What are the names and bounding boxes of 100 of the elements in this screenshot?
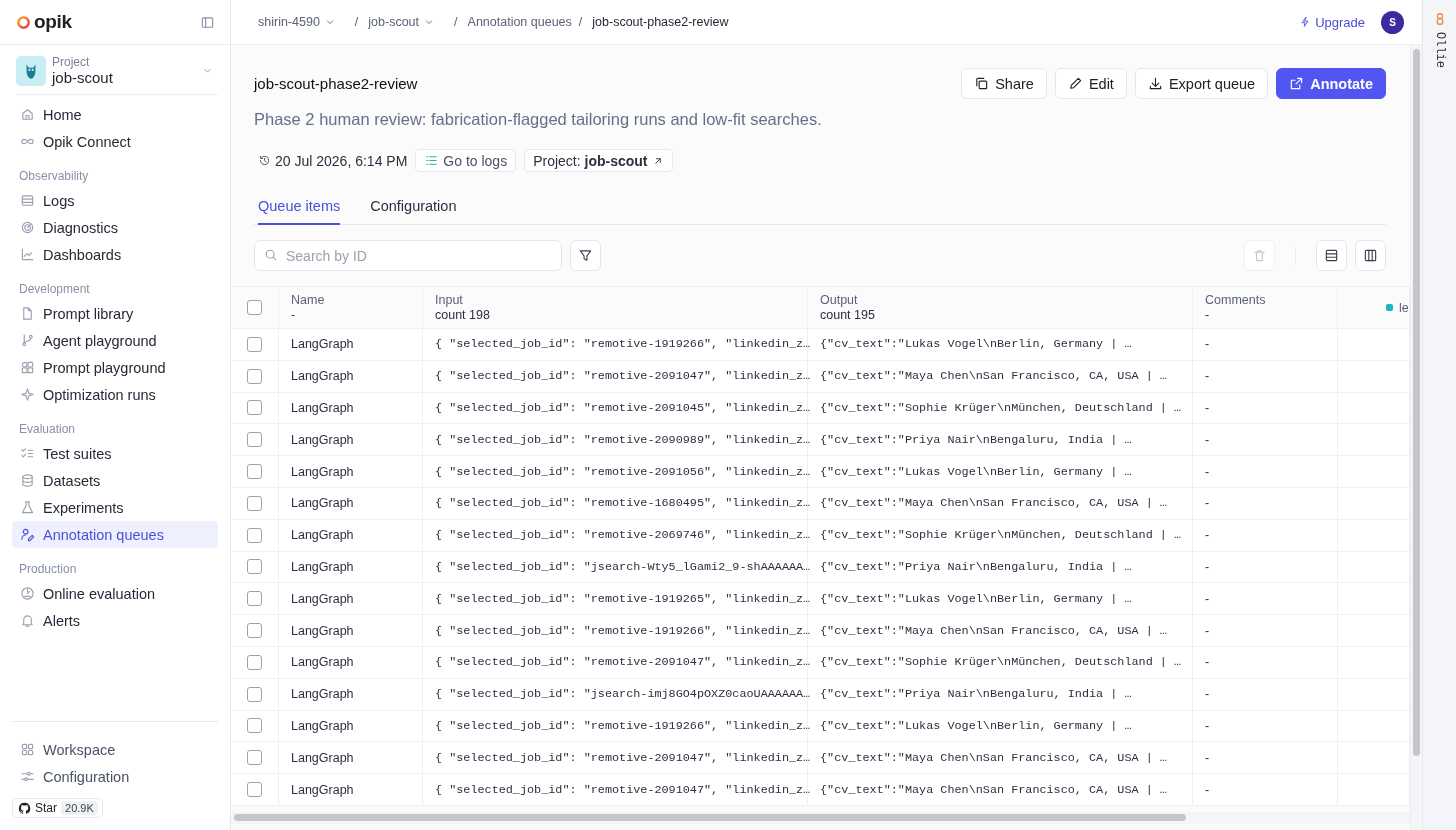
sidebar-item[interactable]: Test suites — [12, 440, 218, 467]
horizontal-scrollbar[interactable] — [231, 811, 1410, 824]
person-pen-icon — [20, 527, 35, 542]
sidebar-item[interactable]: Dashboards — [12, 241, 218, 268]
line-chart-icon — [20, 247, 35, 262]
project-link[interactable]: Project: job-scout — [524, 149, 673, 172]
table-cell: LangGraph — [291, 369, 354, 384]
sidebar-item[interactable]: Opik Connect — [12, 128, 218, 155]
table-cell: { "selected_job_id": "remotive-2091047", "linkedin_z… — [435, 782, 811, 797]
sidebar-item[interactable]: Prompt library — [12, 300, 218, 327]
breadcrumb-link[interactable]: Annotation queues — [467, 15, 572, 29]
table-cell: LangGraph — [291, 750, 354, 765]
sidebar-item[interactable]: Online evaluation — [12, 580, 218, 607]
checkbox[interactable] — [247, 686, 262, 702]
row-height-button[interactable] — [1316, 240, 1347, 271]
queue-title: job-scout-phase2-review — [254, 75, 418, 92]
branch-icon — [20, 333, 35, 348]
sidebar-item[interactable]: Diagnostics — [12, 214, 218, 241]
action-button[interactable]: Edit — [1054, 68, 1127, 99]
action-button[interactable]: Annotate — [1276, 68, 1386, 99]
checkbox[interactable] — [247, 336, 262, 352]
table-cell: { "selected_job_id": "remotive-2091047", "linkedin_z… — [435, 369, 811, 384]
logs-link[interactable]: Go to logs — [415, 149, 517, 172]
rows-icon — [1324, 248, 1339, 263]
sidebar-item[interactable]: Alerts — [12, 607, 218, 634]
checkbox[interactable] — [247, 750, 262, 766]
tab[interactable]: Configuration — [370, 198, 457, 225]
sidebar-item[interactable]: Annotation queues — [12, 521, 218, 548]
list-icon — [20, 193, 35, 208]
project-name: job-scout — [52, 69, 114, 86]
checkbox[interactable] — [247, 300, 262, 315]
sidebar-item[interactable]: Configuration — [12, 763, 218, 790]
sidebar-item[interactable]: Optimization runs — [12, 381, 218, 408]
checkbox[interactable] — [247, 623, 262, 639]
checkbox[interactable] — [247, 495, 262, 511]
table-cell: LangGraph — [291, 432, 354, 447]
breadcrumb-dropdown[interactable]: shirin-4590 — [258, 15, 336, 29]
document-icon — [20, 306, 35, 321]
table-cell: { "selected_job_id": "remotive-1919266", "linkedin_z… — [435, 718, 811, 733]
breadcrumb-separator: / — [354, 15, 359, 29]
sidebar-item[interactable]: Prompt playground — [12, 354, 218, 381]
table-cell: {"cv_text":"Maya Chen\nSan Francisco, CA, USA | … — [820, 750, 1167, 765]
checkbox[interactable] — [247, 432, 262, 448]
table-cell: {"cv_text":"Lukas Vogel\nBerlin, Germany | … — [820, 464, 1132, 479]
table-cell: LangGraph — [291, 337, 354, 352]
table-cell: - — [1205, 559, 1210, 574]
search-field[interactable]: Search by ID — [254, 240, 562, 271]
vertical-scrollbar[interactable] — [1410, 45, 1422, 830]
section-heading: Evaluation — [18, 421, 77, 438]
sidebar-item[interactable]: Experiments — [12, 494, 218, 521]
action-button[interactable]: Share — [961, 68, 1047, 99]
table-cell: {"cv_text":"Lukas Vogel\nBerlin, Germany | … — [820, 337, 1132, 352]
table-cell: { "selected_job_id": "remotive-2091047", "linkedin_z… — [435, 750, 811, 765]
filter-button[interactable] — [570, 240, 601, 271]
table-cell: { "selected_job_id": "remotive-2069746", "linkedin_z… — [435, 528, 811, 543]
table-cell: LangGraph — [291, 782, 354, 797]
project-avatar — [16, 55, 46, 86]
github-star-button[interactable]: Star 20.9K — [12, 798, 103, 818]
table-cell: { "selected_job_id": "remotive-2090989", "linkedin_z… — [435, 432, 811, 447]
table-cell: - — [1205, 782, 1210, 797]
table-cell: LangGraph — [291, 623, 354, 638]
table-cell: { "selected_job_id": "remotive-2091047", "linkedin_z… — [435, 655, 811, 670]
checkbox[interactable] — [247, 718, 262, 734]
checkbox[interactable] — [247, 368, 262, 384]
sidebar-item[interactable]: Datasets — [12, 467, 218, 494]
table-cell: {"cv_text":"Priya Nair\nBengaluru, India | … — [820, 687, 1132, 702]
table-cell: LangGraph — [291, 496, 354, 511]
columns-button[interactable] — [1355, 240, 1386, 271]
table-cell: - — [1205, 496, 1210, 511]
table-cell: {"cv_text":"Maya Chen\nSan Francisco, CA, USA | … — [820, 369, 1167, 384]
checkbox[interactable] — [247, 400, 262, 416]
checkbox[interactable] — [247, 464, 262, 480]
pencil-icon — [1067, 76, 1083, 91]
download-icon — [1147, 76, 1163, 91]
external-link-icon — [1289, 76, 1305, 91]
user-avatar[interactable]: S — [1381, 10, 1404, 34]
checkbox[interactable] — [247, 654, 262, 670]
sidebar-item[interactable]: Agent playground — [12, 327, 218, 354]
sidebar-item[interactable]: Workspace — [12, 736, 218, 763]
checkbox[interactable] — [247, 782, 262, 798]
column-stat: - — [291, 308, 296, 322]
breadcrumb-dropdown[interactable]: job-scout — [368, 15, 436, 29]
checkbox[interactable] — [247, 559, 262, 575]
column-header: Comments — [1205, 293, 1266, 307]
upgrade-link[interactable]: Upgrade — [1299, 14, 1365, 30]
assistant-tab[interactable]: Ollie — [1432, 12, 1447, 68]
table-cell: {"cv_text":"Priya Nair\nBengaluru, India | … — [820, 432, 1132, 447]
flask-icon — [20, 500, 35, 515]
project-selector[interactable]: Project job-scout — [16, 55, 218, 95]
tab[interactable]: Queue items — [258, 198, 341, 225]
opik-logo[interactable]: opik — [16, 11, 72, 33]
checkbox[interactable] — [247, 527, 262, 543]
sidebar-item[interactable]: Home — [12, 101, 218, 128]
table-cell: {"cv_text":"Maya Chen\nSan Francisco, CA, USA | … — [820, 496, 1167, 511]
column-header: Output — [820, 293, 858, 307]
action-button[interactable]: Export queue — [1134, 68, 1269, 99]
table-cell: LangGraph — [291, 591, 354, 606]
table-cell: { "selected_job_id": "jsearch-imj8GO4pOXZ0caoUAAAAAA… — [435, 687, 811, 702]
checkbox[interactable] — [247, 591, 262, 607]
sidebar-item[interactable]: Logs — [12, 187, 218, 214]
